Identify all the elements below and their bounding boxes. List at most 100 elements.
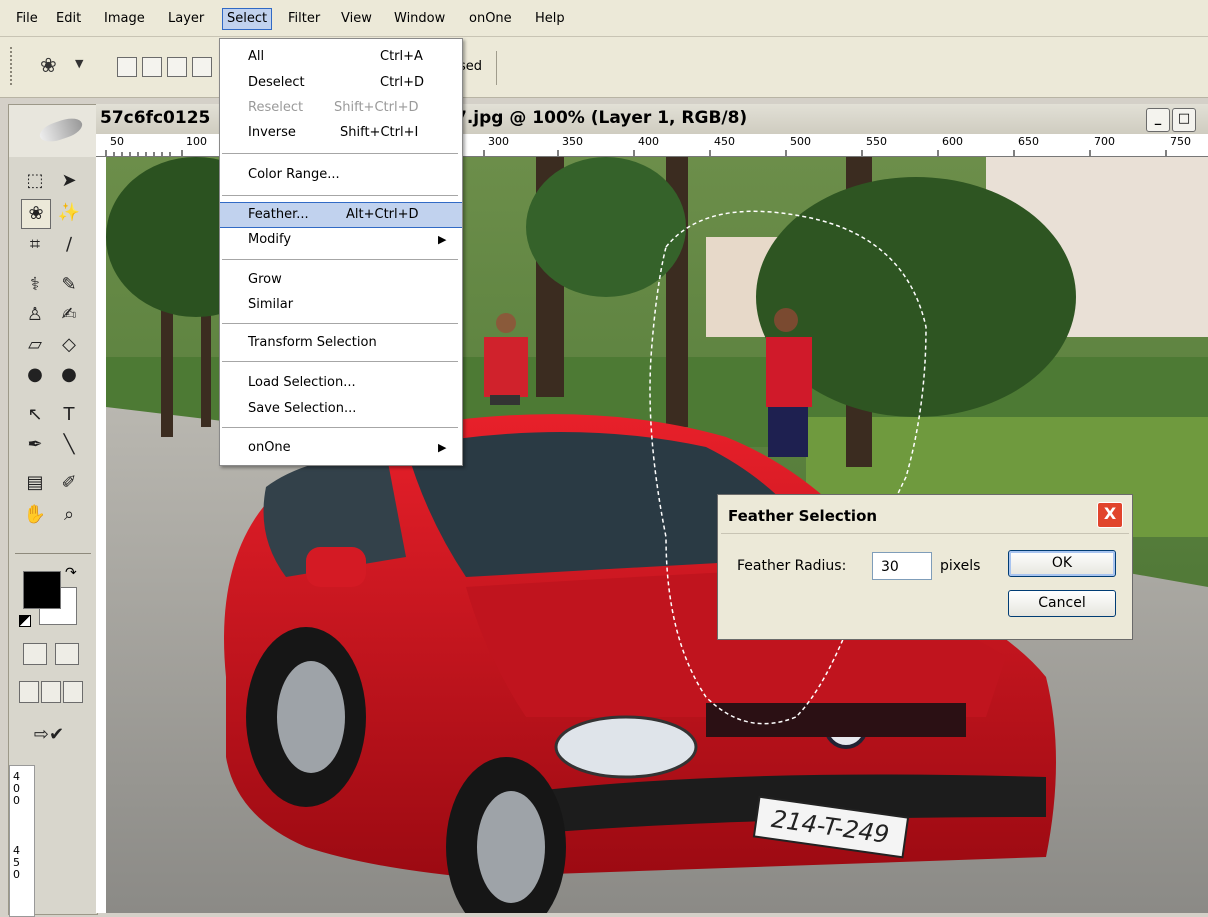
- hand-tool-icon[interactable]: ✋: [21, 501, 49, 529]
- menu-item-label: onOne: [248, 440, 291, 455]
- jump-to-imageready-icon[interactable]: ⇨✔: [23, 721, 75, 749]
- menu-item-shortcut: Alt+Ctrl+D: [346, 207, 419, 222]
- feather-selection-dialog: Feather Selection X Feather Radius: 30 p…: [717, 494, 1133, 640]
- menu-item-label: Load Selection...: [248, 375, 356, 390]
- brush-tool-icon[interactable]: ✎: [55, 271, 83, 299]
- marquee-tool-icon[interactable]: ⬚: [21, 167, 49, 195]
- menu-item-save-selection[interactable]: Save Selection...: [220, 397, 462, 421]
- menu-help[interactable]: Help: [531, 9, 569, 29]
- submenu-arrow-icon: ▶: [438, 233, 447, 246]
- default-colors-icon[interactable]: [19, 615, 31, 627]
- menu-file[interactable]: File: [12, 9, 42, 29]
- healing-brush-icon[interactable]: ⚕: [21, 271, 49, 299]
- options-bar: ❀ ▼ sed: [0, 37, 1208, 98]
- lasso-icon[interactable]: ❀: [40, 53, 57, 77]
- close-button[interactable]: X: [1097, 502, 1123, 528]
- standard-mode-button[interactable]: [23, 643, 47, 665]
- feather-radius-label: Feather Radius:: [737, 558, 847, 574]
- menu-separator: [222, 153, 458, 154]
- menu-onone[interactable]: onOne: [465, 9, 516, 29]
- eraser-tool-icon[interactable]: ▱: [21, 331, 49, 359]
- add-selection-button[interactable]: [142, 57, 162, 77]
- paint-bucket-icon[interactable]: ◇: [55, 331, 83, 359]
- menu-item-load-selection[interactable]: Load Selection...: [220, 371, 462, 395]
- menu-item-all[interactable]: All Ctrl+A: [220, 45, 462, 69]
- history-brush-icon[interactable]: ✍: [55, 301, 83, 329]
- new-selection-button[interactable]: [117, 57, 137, 77]
- intersect-selection-button[interactable]: [192, 57, 212, 77]
- menu-view[interactable]: View: [337, 9, 376, 29]
- chevron-down-icon[interactable]: ▼: [75, 57, 83, 70]
- screen-mode-menu-button[interactable]: [41, 681, 61, 703]
- menu-image[interactable]: Image: [100, 9, 149, 29]
- maximize-button[interactable]: □: [1172, 108, 1196, 132]
- menu-item-label: Save Selection...: [248, 401, 357, 416]
- menu-item-feather[interactable]: Feather... Alt+Ctrl+D: [220, 202, 462, 228]
- menu-item-onone[interactable]: onOne ▶: [220, 436, 462, 460]
- ok-button[interactable]: OK: [1008, 550, 1116, 577]
- menu-separator: [222, 259, 458, 260]
- toolbox: ⬚ ➤ ❀ ✨ ⌗ ∕ ⚕ ✎ ♙ ✍ ▱ ◇ ● ● ↖ T ✒ ╲ ▤ ✐ …: [8, 104, 98, 917]
- options-bar-grip[interactable]: [10, 47, 15, 85]
- vruler-tick: 0: [13, 868, 20, 881]
- menu-separator: [222, 361, 458, 362]
- eyedropper-icon[interactable]: ✐: [55, 469, 83, 497]
- dialog-body: Feather Radius: 30 pixels OK Cancel: [721, 533, 1129, 637]
- blur-tool-icon[interactable]: ●: [21, 361, 49, 389]
- minimize-button[interactable]: _: [1146, 108, 1170, 132]
- document-title-left: 57c6fc0125: [100, 108, 211, 128]
- menu-item-label: Deselect: [248, 75, 305, 90]
- toolbox-divider: [15, 553, 91, 554]
- menu-edit[interactable]: Edit: [52, 9, 85, 29]
- crop-tool-icon[interactable]: ⌗: [21, 231, 49, 259]
- feather-radius-input[interactable]: 30: [872, 552, 932, 580]
- menu-item-label: Grow: [248, 272, 282, 287]
- swap-colors-icon[interactable]: ↷: [65, 565, 77, 581]
- menu-item-transform-selection[interactable]: Transform Selection: [220, 331, 462, 355]
- type-tool-icon[interactable]: T: [55, 401, 83, 429]
- menu-item-shortcut: Shift+Ctrl+D: [334, 100, 419, 115]
- screen-mode-full-button[interactable]: [63, 681, 83, 703]
- menu-item-label: Modify: [248, 232, 292, 247]
- menu-item-shortcut: Ctrl+D: [380, 75, 425, 90]
- dialog-title: Feather Selection: [728, 507, 878, 525]
- menu-item-deselect[interactable]: Deselect Ctrl+D: [220, 71, 462, 95]
- notes-tool-icon[interactable]: ▤: [21, 469, 49, 497]
- clone-stamp-icon[interactable]: ♙: [21, 301, 49, 329]
- lasso-tool-icon[interactable]: ❀: [21, 199, 51, 229]
- screen-mode-standard-button[interactable]: [19, 681, 39, 703]
- menu-item-label: Inverse: [248, 125, 296, 140]
- pen-tool-icon[interactable]: ✒: [21, 431, 49, 459]
- quick-mask-button[interactable]: [55, 643, 79, 665]
- dodge-tool-icon[interactable]: ●: [55, 361, 83, 389]
- line-tool-icon[interactable]: ╲: [55, 431, 83, 459]
- menu-bar: File Edit Image Layer Select Filter View…: [0, 0, 1208, 37]
- menu-filter[interactable]: Filter: [284, 9, 324, 29]
- menu-item-grow[interactable]: Grow: [220, 268, 462, 292]
- foreground-color-swatch[interactable]: [23, 571, 61, 609]
- menu-item-label: Feather...: [248, 207, 309, 222]
- menu-item-color-range[interactable]: Color Range...: [220, 163, 462, 187]
- menu-item-label: All: [248, 49, 265, 64]
- document-title-right: 7.jpg @ 100% (Layer 1, RGB/8): [455, 108, 748, 128]
- menu-item-similar[interactable]: Similar: [220, 293, 462, 317]
- subtract-selection-button[interactable]: [167, 57, 187, 77]
- slice-tool-icon[interactable]: ∕: [55, 231, 83, 259]
- menu-item-label: Transform Selection: [248, 335, 377, 350]
- menu-window[interactable]: Window: [390, 9, 449, 29]
- menu-layer[interactable]: Layer: [164, 9, 208, 29]
- vertical-ruler: 4 0 0 4 5 0: [9, 765, 35, 917]
- path-select-icon[interactable]: ↖: [21, 401, 49, 429]
- move-tool-icon[interactable]: ➤: [55, 167, 83, 195]
- menu-item-shortcut: Ctrl+A: [380, 49, 423, 64]
- menu-item-reselect[interactable]: Reselect Shift+Ctrl+D: [220, 96, 462, 120]
- menu-select[interactable]: Select: [222, 8, 273, 30]
- menu-item-label: Reselect: [248, 100, 304, 115]
- cancel-button[interactable]: Cancel: [1008, 590, 1116, 617]
- magic-wand-icon[interactable]: ✨: [55, 199, 83, 227]
- menu-item-label: Similar: [248, 297, 294, 312]
- menu-item-inverse[interactable]: Inverse Shift+Ctrl+I: [220, 121, 462, 145]
- menu-separator: [222, 323, 458, 324]
- menu-item-modify[interactable]: Modify ▶: [220, 228, 462, 252]
- zoom-tool-icon[interactable]: ⌕: [55, 501, 83, 529]
